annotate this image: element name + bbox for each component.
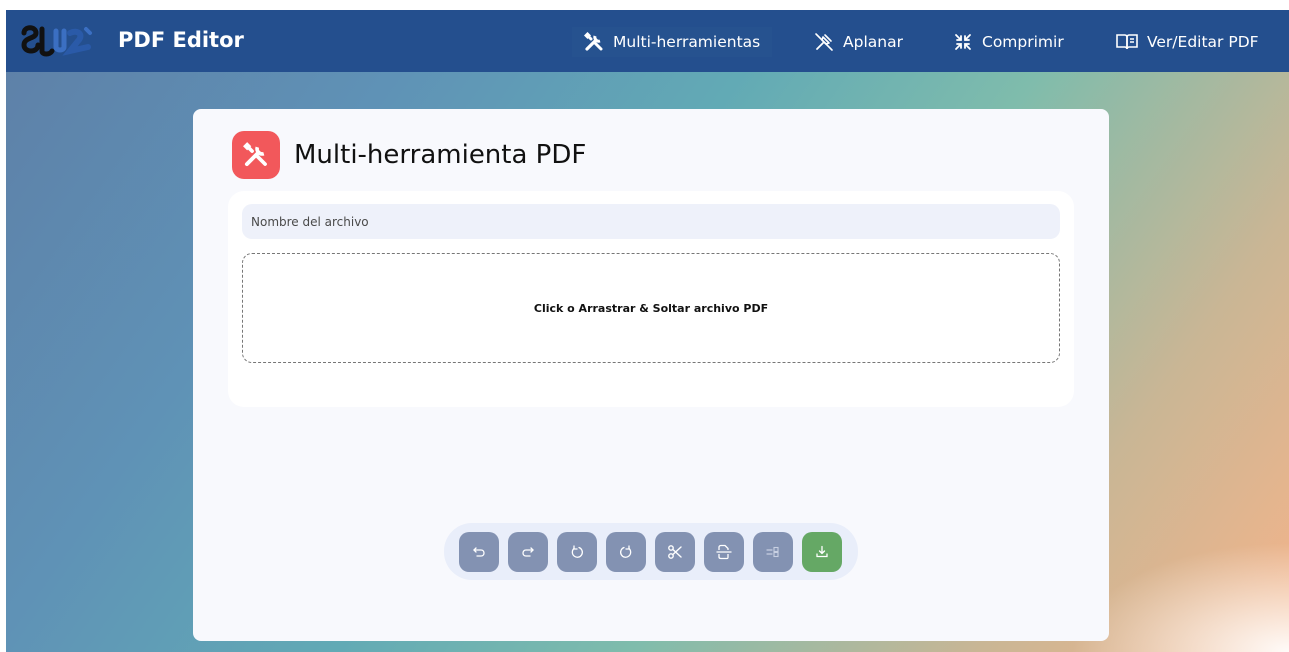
nav-label: Ver/Editar PDF: [1147, 33, 1259, 51]
select-mode-icon: [766, 546, 779, 557]
tools-icon: [243, 142, 267, 167]
flatten-icon: [815, 33, 833, 51]
filename-input[interactable]: [242, 204, 1060, 239]
download-button[interactable]: [802, 531, 842, 572]
page-title: Multi-herramienta PDF: [294, 140, 587, 170]
redo-button[interactable]: [508, 531, 548, 572]
rotate-right-icon: [620, 544, 632, 558]
pdf-dropzone[interactable]: Click o Arrastrar & Soltar archivo PDF: [242, 253, 1060, 363]
nav-label: Comprimir: [982, 33, 1064, 51]
rotate-right-button[interactable]: [606, 531, 646, 572]
navbar: PDF Editor Multi-herramientas Aplanar Co…: [6, 10, 1289, 72]
nav-ver-editar-pdf[interactable]: Ver/Editar PDF: [1116, 27, 1259, 57]
book-icon: [1116, 34, 1138, 50]
rotate-left-button[interactable]: [557, 531, 597, 572]
tool-card: Multi-herramienta PDF Click o Arrastrar …: [193, 109, 1109, 641]
compress-icon: [955, 34, 971, 50]
app-logo[interactable]: [20, 23, 106, 59]
top-border: [0, 0, 1289, 10]
scissors-icon: [668, 544, 682, 559]
scissors-button[interactable]: [655, 531, 695, 572]
rotate-left-icon: [571, 544, 583, 558]
redo-icon: [522, 546, 534, 557]
nav-comprimir[interactable]: Comprimir: [953, 27, 1064, 57]
undo-icon: [473, 546, 485, 557]
undo-button[interactable]: [459, 531, 499, 572]
split-icon: [716, 544, 732, 559]
select-mode-button[interactable]: [753, 531, 793, 572]
nav-label: Aplanar: [843, 33, 903, 51]
upload-panel: Click o Arrastrar & Soltar archivo PDF: [228, 191, 1074, 407]
nav-aplanar[interactable]: Aplanar: [814, 27, 903, 57]
nav-label: Multi-herramientas: [613, 33, 761, 51]
page-toolbar: [444, 523, 858, 580]
tool-icon-badge: [232, 131, 280, 179]
split-button[interactable]: [704, 531, 744, 572]
download-icon: [816, 545, 828, 557]
tools-icon: [584, 32, 603, 51]
nav-multi-herramientas[interactable]: Multi-herramientas: [572, 27, 773, 57]
app-brand[interactable]: PDF Editor: [118, 28, 244, 52]
